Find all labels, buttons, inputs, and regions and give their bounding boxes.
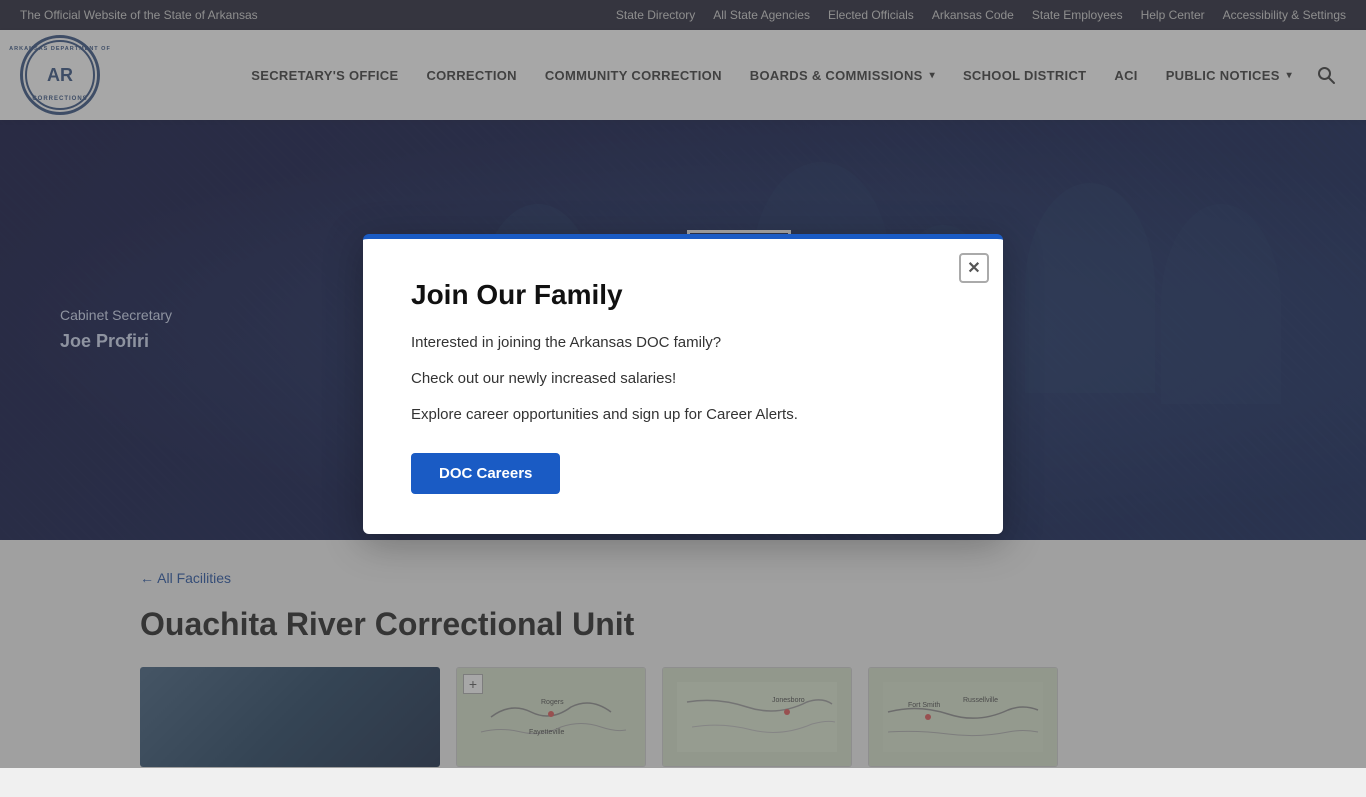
modal-text-2: Check out our newly increased salaries! — [411, 367, 955, 391]
modal-overlay: ✕ Join Our Family Interested in joining … — [0, 0, 1366, 768]
modal-dialog: ✕ Join Our Family Interested in joining … — [363, 234, 1003, 534]
modal-text-1: Interested in joining the Arkansas DOC f… — [411, 331, 955, 355]
modal-title: Join Our Family — [411, 279, 955, 311]
modal-close-button[interactable]: ✕ — [959, 253, 989, 283]
modal-text-3: Explore career opportunities and sign up… — [411, 403, 955, 427]
doc-careers-button[interactable]: DOC Careers — [411, 453, 560, 494]
